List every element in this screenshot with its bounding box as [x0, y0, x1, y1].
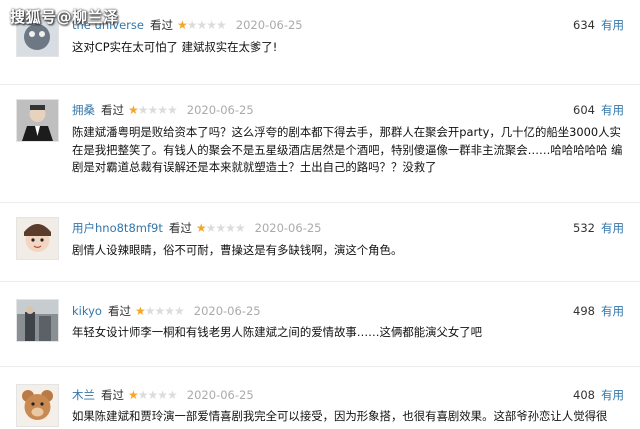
review-content: 年轻女设计师李一桐和有钱老男人陈建斌之间的爱情故事……这俩都能演父女了吧 — [72, 325, 483, 339]
vote-area: 634 有用 — [573, 17, 624, 33]
rating-stars: ★★★★★ — [128, 103, 178, 117]
review-meta: 拥桑 看过 ★★★★★ 2020-06-25 — [72, 102, 254, 118]
review-content: 陈建斌潘粤明是败给资本了吗？这么浮夸的剧本都下得去手，那群人在聚会开party，… — [72, 125, 623, 174]
teddy-bear-avatar[interactable] — [16, 384, 59, 427]
vote-area: 408 有用 — [573, 387, 624, 403]
review-date: 2020-06-25 — [254, 221, 322, 235]
watched-label: 看过 — [101, 388, 124, 402]
review-item: 拥桑 看过 ★★★★★ 2020-06-25 604 有用 陈建斌潘粤明是败给资… — [0, 85, 640, 206]
rating-stars: ★★★★★ — [128, 388, 178, 402]
star-icon: ★ — [176, 18, 188, 32]
useful-button[interactable]: 有用 — [601, 387, 624, 403]
username-link[interactable]: 用户hno8t8mf9t — [72, 220, 163, 236]
review-meta: kikyo 看过 ★★★★★ 2020-06-25 — [72, 303, 261, 319]
review-date: 2020-06-25 — [186, 388, 254, 402]
watched-label: 看过 — [168, 221, 192, 235]
username-link[interactable]: 木兰 — [72, 387, 95, 403]
star-icon: ★ — [195, 221, 207, 235]
watched-label: 看过 — [149, 18, 173, 32]
useful-button[interactable]: 有用 — [601, 220, 624, 236]
star-icon: ★★★★ — [205, 221, 246, 235]
review-meta: 用户hno8t8mf9t 看过 ★★★★★ 2020-06-25 — [72, 220, 321, 236]
vote-count: 604 — [573, 103, 595, 117]
baby-avatar[interactable] — [16, 217, 59, 260]
photo-avatar[interactable] — [16, 299, 59, 342]
review-content: 如果陈建斌和贾玲演一部爱情喜剧我完全可以接受，因为形象搭，也很有喜剧效果。这部爷… — [72, 409, 608, 423]
review-date: 2020-06-25 — [235, 18, 303, 32]
star-icon: ★★★★ — [186, 18, 227, 32]
star-icon: ★ — [128, 103, 139, 117]
vote-count: 498 — [573, 304, 595, 318]
man-in-suit-avatar[interactable] — [16, 99, 59, 142]
vote-count: 634 — [573, 18, 595, 32]
vote-area: 498 有用 — [573, 303, 624, 319]
watched-label: 看过 — [101, 103, 124, 117]
star-icon: ★★★★ — [144, 304, 185, 318]
useful-button[interactable]: 有用 — [601, 303, 624, 319]
review-item: 用户hno8t8mf9t 看过 ★★★★★ 2020-06-25 532 有用 … — [0, 203, 640, 281]
vote-count: 408 — [573, 388, 595, 402]
useful-button[interactable]: 有用 — [601, 102, 624, 118]
useful-button[interactable]: 有用 — [601, 17, 624, 33]
review-meta: 木兰 看过 ★★★★★ 2020-06-25 — [72, 387, 254, 403]
review-date: 2020-06-25 — [186, 103, 254, 117]
username-link[interactable]: 拥桑 — [72, 102, 95, 118]
watched-label: 看过 — [107, 304, 131, 318]
review-date: 2020-06-25 — [193, 304, 261, 318]
username-link[interactable]: kikyo — [72, 304, 102, 318]
watermark-text: 搜狐号@柳兰泽 — [10, 8, 119, 26]
star-icon: ★ — [134, 304, 146, 318]
star-icon: ★★★★ — [137, 388, 178, 402]
rating-stars: ★★★★★ — [134, 304, 185, 318]
rating-stars: ★★★★★ — [195, 221, 246, 235]
review-content: 剧情人设辣眼睛，俗不可耐，曹操这是有多缺钱啊，演这个角色。 — [72, 243, 403, 257]
divider — [0, 281, 640, 282]
vote-area: 532 有用 — [573, 220, 624, 236]
review-item: kikyo 看过 ★★★★★ 2020-06-25 498 有用 年轻女设计师李… — [0, 286, 640, 366]
vote-area: 604 有用 — [573, 102, 624, 118]
rating-stars: ★★★★★ — [176, 18, 227, 32]
divider — [0, 366, 640, 367]
review-item: 木兰 看过 ★★★★★ 2020-06-25 408 有用 如果陈建斌和贾玲演一… — [0, 371, 640, 429]
review-content: 这对CP实在太可怕了 建斌叔实在太爹了! — [72, 40, 278, 54]
star-icon: ★ — [128, 388, 139, 402]
vote-count: 532 — [573, 221, 595, 235]
star-icon: ★★★★ — [137, 103, 178, 117]
